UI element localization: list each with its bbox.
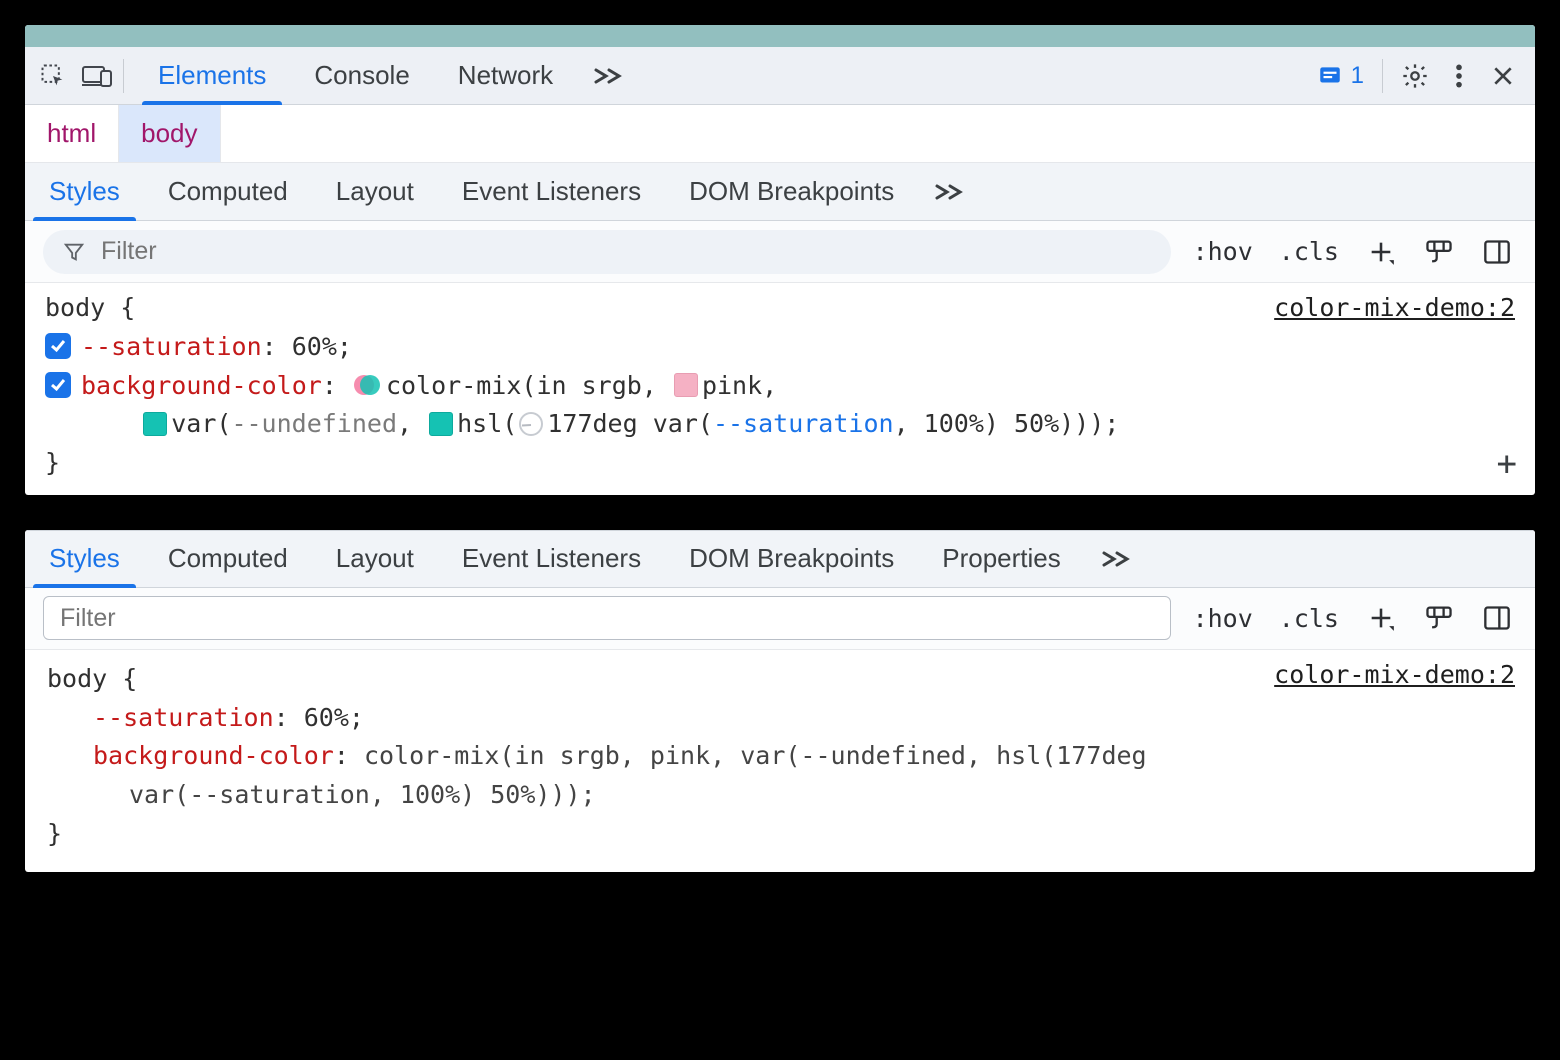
code-text: var( (171, 409, 231, 438)
sidebar-toggle-icon (1483, 605, 1511, 631)
gear-icon (1401, 62, 1429, 90)
brush-icon (1424, 604, 1454, 632)
subtab-event-listeners[interactable]: Event Listeners (438, 163, 665, 220)
code-text: pink (702, 371, 762, 400)
main-tab-bar: Elements Console Network 1 (25, 47, 1535, 105)
subtab-layout[interactable]: Layout (312, 531, 438, 587)
rule-close-brace: } (45, 444, 1515, 483)
prop-name[interactable]: --saturation (81, 332, 262, 361)
flex-tooling-button[interactable] (1419, 232, 1459, 272)
angle-swatch-icon[interactable] (519, 412, 543, 436)
subtab-properties[interactable]: Properties (918, 531, 1085, 587)
source-link[interactable]: color-mix-demo:2 (1274, 656, 1515, 695)
code-text: , 100%) (894, 409, 999, 438)
filter-icon (63, 241, 85, 263)
issues-icon (1317, 63, 1343, 89)
filter-input-wrapper[interactable] (43, 230, 1171, 274)
code-text: var( (653, 409, 713, 438)
rule-close-brace: } (47, 815, 1513, 854)
prop-name[interactable]: background-color (81, 371, 322, 400)
prop-value[interactable]: 60% (304, 703, 349, 732)
flex-tooling-button[interactable] (1419, 598, 1459, 638)
devtools-panel-a: Elements Console Network 1 (25, 25, 1535, 495)
style-rule-body[interactable]: color-mix-demo:2 body { --saturation: 60… (25, 650, 1535, 872)
crumb-body[interactable]: body (119, 105, 220, 162)
plus-icon (1367, 604, 1395, 632)
computed-panel-toggle[interactable] (1477, 232, 1517, 272)
issues-button[interactable]: 1 (1303, 62, 1378, 90)
kebab-icon (1455, 63, 1463, 89)
subtab-event-listeners[interactable]: Event Listeners (438, 531, 665, 587)
cls-toggle[interactable]: .cls (1275, 237, 1343, 266)
cls-toggle[interactable]: .cls (1275, 604, 1343, 633)
page-accent-strip (25, 25, 1535, 47)
close-button[interactable] (1481, 54, 1525, 98)
subtab-styles[interactable]: Styles (25, 163, 144, 220)
code-text: hsl( (457, 409, 517, 438)
brush-icon (1424, 238, 1454, 266)
styles-toolbar: :hov .cls (25, 221, 1535, 283)
device-toolbar-icon[interactable] (75, 54, 119, 98)
styles-toolbar: :hov .cls (25, 588, 1535, 650)
subtab-dom-breakpoints[interactable]: DOM Breakpoints (665, 163, 918, 220)
sidebar-tabs: Styles Computed Layout Event Listeners D… (25, 530, 1535, 588)
declaration-background-color[interactable]: background-color: color-mix(in srgb, pin… (45, 367, 1515, 445)
subtabs-overflow-icon[interactable] (1085, 550, 1147, 568)
subtab-styles[interactable]: Styles (25, 531, 144, 587)
plus-icon (1367, 238, 1395, 266)
color-swatch-pink-icon[interactable] (674, 373, 698, 397)
subtabs-overflow-icon[interactable] (918, 183, 980, 201)
filter-input[interactable] (99, 236, 1151, 267)
style-rule-body[interactable]: color-mix-demo:2 body { --saturation: 60… (25, 283, 1535, 495)
tab-network[interactable]: Network (434, 47, 577, 104)
filter-input[interactable] (58, 603, 1156, 634)
subtab-computed[interactable]: Computed (144, 163, 312, 220)
subtab-computed[interactable]: Computed (144, 531, 312, 587)
new-style-rule-button[interactable] (1361, 232, 1401, 272)
sidebar-tabs: Styles Computed Layout Event Listeners D… (25, 163, 1535, 221)
prop-name[interactable]: background-color (93, 741, 334, 770)
crumb-html[interactable]: html (25, 105, 119, 162)
color-swatch-teal-icon[interactable] (429, 412, 453, 436)
prop-name[interactable]: --saturation (93, 703, 274, 732)
code-text: 50%))); (999, 409, 1119, 438)
kebab-button[interactable] (1437, 54, 1481, 98)
issues-count: 1 (1351, 62, 1364, 90)
close-icon (1492, 65, 1514, 87)
settings-button[interactable] (1393, 54, 1437, 98)
devtools-panel-b: Styles Computed Layout Event Listeners D… (25, 530, 1535, 872)
subtab-layout[interactable]: Layout (312, 163, 438, 220)
color-mix-swatch-icon[interactable] (354, 372, 380, 398)
divider (1382, 59, 1383, 93)
var-undefined[interactable]: --undefined (231, 409, 397, 438)
computed-panel-toggle[interactable] (1477, 598, 1517, 638)
var-saturation[interactable]: --saturation (713, 409, 894, 438)
new-style-rule-button[interactable] (1361, 598, 1401, 638)
prop-value[interactable]: color-mix(in srgb, pink, var(--undefined… (364, 741, 1147, 770)
add-declaration-button[interactable]: + (1497, 438, 1517, 491)
tab-console[interactable]: Console (290, 47, 433, 104)
prop-value-cont: var(--saturation, 100%) 50%))); (129, 780, 596, 809)
declaration-background-color[interactable]: background-color: color-mix(in srgb, pin… (47, 737, 1513, 776)
subtab-dom-breakpoints[interactable]: DOM Breakpoints (665, 531, 918, 587)
code-text: color-mix(in srgb, (386, 371, 657, 400)
divider (123, 59, 124, 93)
checkbox-on-icon[interactable] (45, 372, 71, 398)
hov-toggle[interactable]: :hov (1189, 604, 1257, 633)
tab-elements[interactable]: Elements (134, 47, 290, 104)
sidebar-toggle-icon (1483, 239, 1511, 265)
declaration-saturation[interactable]: --saturation: 60%; (45, 328, 1515, 367)
tabs-overflow-icon[interactable] (577, 67, 639, 85)
filter-input-wrapper[interactable] (43, 596, 1171, 640)
color-swatch-teal-icon[interactable] (143, 412, 167, 436)
inspect-icon[interactable] (31, 54, 75, 98)
source-link[interactable]: color-mix-demo:2 (1274, 289, 1515, 328)
hov-toggle[interactable]: :hov (1189, 237, 1257, 266)
declaration-background-color-cont[interactable]: var(--saturation, 100%) 50%))); (47, 776, 1513, 815)
checkbox-on-icon[interactable] (45, 333, 71, 359)
dom-breadcrumb: html body (25, 105, 1535, 163)
declaration-saturation[interactable]: --saturation: 60%; (47, 699, 1513, 738)
code-text: 177deg (547, 409, 637, 438)
prop-value[interactable]: 60% (292, 332, 337, 361)
